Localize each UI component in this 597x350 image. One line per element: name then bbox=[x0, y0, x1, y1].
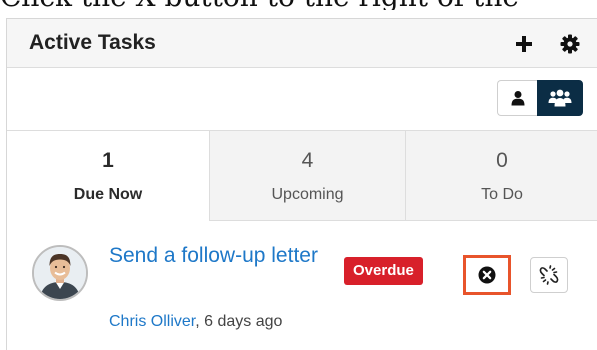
unlink-icon bbox=[539, 265, 559, 285]
tab-to-do[interactable]: 0 To Do bbox=[405, 131, 597, 221]
close-circle-icon bbox=[478, 266, 496, 284]
unlink-button[interactable] bbox=[530, 257, 568, 293]
filter-toolbar bbox=[7, 68, 597, 131]
assigned-user-link[interactable]: Chris Olliver bbox=[109, 313, 195, 330]
active-tasks-dashlet: Active Tasks 1 Due Now 4 Upcoming 0 To D… bbox=[6, 18, 597, 350]
tab-label: Upcoming bbox=[271, 186, 344, 203]
tab-count: 4 bbox=[301, 149, 314, 172]
settings-button[interactable] bbox=[557, 31, 583, 57]
dashlet-header: Active Tasks bbox=[7, 19, 597, 68]
user-icon bbox=[511, 91, 524, 106]
close-task-button[interactable] bbox=[463, 255, 511, 295]
task-row: Send a follow-up letter Chris Olliver, 6… bbox=[7, 221, 597, 350]
tab-label: To Do bbox=[481, 186, 523, 203]
dashlet-title: Active Tasks bbox=[29, 31, 156, 54]
team-toggle[interactable] bbox=[537, 80, 583, 116]
tab-due-now[interactable]: 1 Due Now bbox=[7, 131, 209, 221]
overdue-badge: Overdue bbox=[344, 257, 423, 285]
task-meta: Chris Olliver, 6 days ago bbox=[109, 313, 282, 331]
time-ago: , 6 days ago bbox=[195, 313, 283, 330]
tab-count: 0 bbox=[496, 149, 508, 172]
add-button[interactable] bbox=[511, 31, 537, 57]
gear-icon bbox=[560, 34, 580, 54]
users-icon bbox=[548, 89, 572, 107]
instruction-text: Click the X button to the right of the bbox=[0, 0, 597, 10]
task-title-link[interactable]: Send a follow-up letter bbox=[109, 243, 329, 268]
plus-icon bbox=[516, 36, 532, 52]
avatar-image bbox=[34, 247, 86, 299]
avatar[interactable] bbox=[32, 245, 88, 301]
tab-count: 1 bbox=[102, 149, 114, 172]
my-items-toggle[interactable] bbox=[497, 80, 537, 116]
tab-upcoming[interactable]: 4 Upcoming bbox=[209, 131, 405, 221]
task-tabs: 1 Due Now 4 Upcoming 0 To Do bbox=[7, 131, 597, 221]
tab-label: Due Now bbox=[73, 186, 143, 203]
